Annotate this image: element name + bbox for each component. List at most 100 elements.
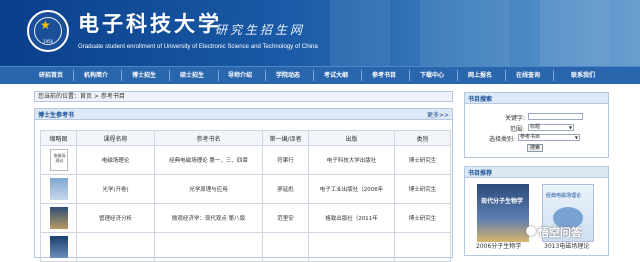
nav-item-home[interactable]: 研招首页 bbox=[33, 67, 69, 84]
category-select[interactable]: 参考书目 ▼ bbox=[518, 134, 580, 141]
keyword-label: 关键字: bbox=[505, 115, 526, 122]
column-header: 第一编/译者 bbox=[262, 130, 309, 146]
book-title[interactable]: 微观经济学：现代观点 第八版 bbox=[154, 203, 263, 233]
site-subtitle: 研究生招生网 bbox=[215, 23, 306, 37]
main-nav: 研招首页 机构简介 博士招生 硕士招生 导师介绍 学院动态 考试大纲 参考书目 … bbox=[0, 66, 640, 84]
book-title[interactable]: 光学原理与应用 bbox=[154, 174, 263, 204]
nav-item-contact[interactable]: 联系我们 bbox=[559, 67, 607, 84]
scope-label: 范围: bbox=[510, 126, 525, 133]
scope-select-value: 标题 bbox=[530, 124, 541, 130]
booklist-panel: 博士生参考书 更多>> 缩略图 课程名称 参考书名 第一编/译者 出版 类别 电… bbox=[34, 108, 453, 262]
english-title: Graduate student enrollment of Universit… bbox=[78, 43, 318, 50]
book-cover-title: 现代分子生物学 bbox=[481, 198, 524, 205]
column-header: 课程名称 bbox=[76, 130, 155, 146]
nav-divider bbox=[361, 70, 362, 81]
nav-divider bbox=[313, 70, 314, 81]
book-cover-thumbnail[interactable] bbox=[49, 236, 68, 258]
book-title[interactable] bbox=[154, 232, 263, 262]
panel-header: 博士生参考书 更多>> bbox=[35, 109, 452, 120]
nav-divider bbox=[505, 70, 506, 81]
book-title[interactable]: 经典电磁场理论 第一、三、四章 bbox=[154, 145, 263, 175]
nav-item-downloads[interactable]: 下载中心 bbox=[414, 67, 450, 84]
watermark: 悟空问答 bbox=[538, 226, 582, 239]
book-cover-thumbnail[interactable] bbox=[49, 207, 68, 229]
nav-item-phd[interactable]: 博士招生 bbox=[126, 67, 162, 84]
chevron-down-icon: ▼ bbox=[574, 135, 578, 140]
nav-item-supervisors[interactable]: 导师介绍 bbox=[222, 67, 258, 84]
search-panel-header: 书目搜索 bbox=[465, 93, 608, 104]
publisher: 格致出版社（2011年 bbox=[308, 203, 395, 233]
booklist-table: 缩略图 课程名称 参考书名 第一编/译者 出版 类别 电磁场理论 电磁场理论 经… bbox=[40, 130, 451, 262]
thumbnail-cell: 电磁场理论 bbox=[40, 145, 77, 175]
table-header-row: 缩略图 课程名称 参考书名 第一编/译者 出版 类别 bbox=[40, 130, 451, 146]
category bbox=[394, 232, 451, 262]
recommend-panel-title: 书目推荐 bbox=[468, 170, 493, 177]
table-row[interactable] bbox=[40, 232, 451, 262]
star-icon: ★ bbox=[40, 18, 51, 32]
publisher bbox=[308, 232, 395, 262]
author: 符果行 bbox=[262, 145, 309, 175]
header-background-building bbox=[330, 0, 390, 66]
thumbnail-cell bbox=[40, 203, 77, 233]
column-header: 出版 bbox=[308, 130, 395, 146]
site-header: ★ 1956 电子科技大学 研究生招生网 Graduate student en… bbox=[0, 0, 640, 66]
column-header: 缩略图 bbox=[40, 130, 77, 146]
category-select-value: 参考书目 bbox=[520, 134, 541, 140]
table-row[interactable]: 管理经济分析 微观经济学：现代观点 第八版 范里安 格致出版社（2011年 博士… bbox=[40, 203, 451, 233]
recommended-book-caption[interactable]: 2006分子生物学 bbox=[476, 241, 521, 250]
book-cover-title: 经典电磁场理论 bbox=[546, 193, 582, 199]
nav-divider bbox=[409, 70, 410, 81]
nav-divider bbox=[265, 70, 266, 81]
nav-divider bbox=[457, 70, 458, 81]
nav-divider bbox=[169, 70, 170, 81]
course-name: 光学(开卷) bbox=[76, 174, 155, 204]
nav-item-registration[interactable]: 网上报名 bbox=[462, 67, 498, 84]
university-name: 电子科技大学 bbox=[78, 11, 222, 36]
watermark-icon bbox=[526, 226, 536, 236]
publisher: 电子工业出版社（2006年 bbox=[308, 174, 395, 204]
publisher: 电子科技大学出版社 bbox=[308, 145, 395, 175]
course-name: 管理经济分析 bbox=[76, 203, 155, 233]
nav-item-syllabus[interactable]: 考试大纲 bbox=[318, 67, 354, 84]
breadcrumb: 您当前的位置：首页 > 参考书目 bbox=[34, 91, 453, 102]
thumbnail-cell bbox=[40, 174, 77, 204]
nav-item-about[interactable]: 机构简介 bbox=[78, 67, 114, 84]
nav-item-news[interactable]: 学院动态 bbox=[270, 67, 306, 84]
nav-divider bbox=[121, 70, 122, 81]
thumbnail-cell bbox=[40, 232, 77, 262]
chevron-down-icon: ▼ bbox=[568, 125, 572, 130]
category-label: 选择类别: bbox=[489, 136, 516, 143]
more-link[interactable]: 更多>> bbox=[427, 110, 449, 119]
scope-select[interactable]: 标题 ▼ bbox=[528, 124, 574, 131]
column-header: 参考书名 bbox=[154, 130, 263, 146]
category: 博士研究生 bbox=[394, 145, 451, 175]
recommended-book-caption[interactable]: 3013电磁场理论 bbox=[544, 241, 589, 250]
nav-divider bbox=[218, 70, 219, 81]
column-header: 类别 bbox=[394, 130, 451, 146]
category: 博士研究生 bbox=[394, 203, 451, 233]
category: 博士研究生 bbox=[394, 174, 451, 204]
keyword-input[interactable] bbox=[528, 113, 583, 120]
recommended-book-cover[interactable]: 现代分子生物学 bbox=[477, 184, 529, 242]
author: 廖延彪 bbox=[262, 174, 309, 204]
nav-item-master[interactable]: 硕士招生 bbox=[174, 67, 210, 84]
book-cover-thumbnail[interactable]: 电磁场理论 bbox=[49, 149, 68, 171]
nav-item-query[interactable]: 在线查询 bbox=[510, 67, 546, 84]
header-background-building bbox=[540, 0, 610, 66]
panel-title: 博士生参考书 bbox=[38, 112, 75, 119]
nav-divider bbox=[553, 70, 554, 81]
nav-item-booklist[interactable]: 参考书目 bbox=[366, 67, 402, 84]
table-row[interactable]: 光学(开卷) 光学原理与应用 廖延彪 电子工业出版社（2006年 博士研究生 bbox=[40, 174, 451, 204]
course-name bbox=[76, 232, 155, 262]
university-logo[interactable]: ★ 1956 bbox=[27, 10, 69, 52]
search-button[interactable]: 搜索 bbox=[527, 144, 543, 152]
recommend-panel-header: 书目推荐 bbox=[465, 167, 608, 178]
header-background-building bbox=[420, 0, 510, 66]
thumbnail-alt-text: 电磁场理论 bbox=[53, 153, 66, 163]
nav-divider bbox=[73, 70, 74, 81]
author: 范里安 bbox=[262, 203, 309, 233]
logo-year: 1956 bbox=[42, 39, 54, 44]
course-name: 电磁场理论 bbox=[76, 145, 155, 175]
book-cover-thumbnail[interactable] bbox=[49, 178, 68, 200]
table-row[interactable]: 电磁场理论 电磁场理论 经典电磁场理论 第一、三、四章 符果行 电子科技大学出版… bbox=[40, 145, 451, 175]
